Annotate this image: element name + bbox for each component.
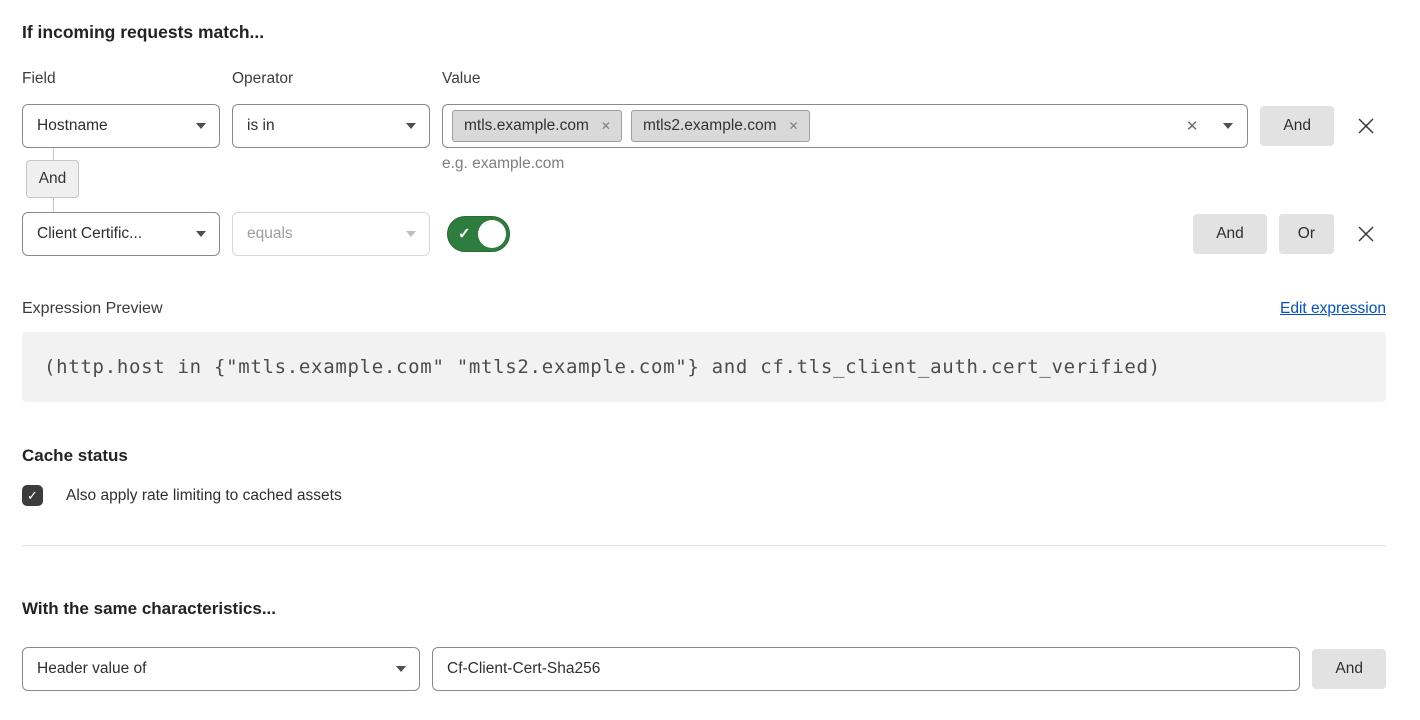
condition-connector-zone: And e.g. example.com (22, 148, 1386, 212)
section-divider (22, 545, 1386, 546)
characteristic-select[interactable]: Header value of (22, 647, 420, 691)
remove-tag-icon[interactable]: ✕ (601, 120, 611, 132)
clear-values-icon[interactable]: ✕ (1186, 119, 1199, 134)
operator-select-2-value: equals (247, 225, 293, 243)
value-hint-text: e.g. example.com (442, 155, 564, 173)
add-characteristic-button[interactable]: And (1312, 649, 1386, 689)
cached-assets-checkbox-label: Also apply rate limiting to cached asset… (66, 487, 342, 505)
value-tag-2-label: mtls2.example.com (643, 117, 777, 135)
remove-condition-icon-2[interactable] (1346, 224, 1386, 244)
cached-assets-checkbox[interactable]: ✓ (22, 485, 43, 506)
cert-verified-toggle[interactable]: ✓ (447, 216, 510, 252)
chevron-down-icon (406, 231, 416, 237)
field-column-label: Field (22, 70, 220, 88)
condition-row-1: Hostname is in mtls.example.com ✕ mtls2.… (22, 104, 1386, 148)
expression-preview-header: Expression Preview Edit expression (22, 300, 1386, 318)
expression-code-block: (http.host in {"mtls.example.com" "mtls2… (22, 332, 1386, 402)
chevron-down-icon[interactable] (1223, 123, 1233, 129)
value-tag-1-label: mtls.example.com (464, 117, 589, 135)
multiselect-controls: ✕ (1186, 119, 1234, 134)
field-select-1[interactable]: Hostname (22, 104, 220, 148)
operator-select-1[interactable]: is in (232, 104, 430, 148)
condition-row-2: Client Certific... equals ✓ And Or (22, 212, 1386, 256)
characteristics-heading: With the same characteristics... (22, 599, 1386, 618)
add-or-condition-button-2[interactable]: Or (1279, 214, 1334, 254)
operator-select-2: equals (232, 212, 430, 256)
rate-limit-rule-builder: If incoming requests match... Field Oper… (0, 0, 1420, 691)
close-icon (1356, 116, 1376, 136)
field-select-1-value: Hostname (37, 117, 108, 135)
and-connector-button[interactable]: And (26, 160, 79, 198)
expression-preview-label: Expression Preview (22, 300, 163, 318)
toggle-knob (478, 220, 506, 248)
value-multiselect[interactable]: mtls.example.com ✕ mtls2.example.com ✕ ✕ (442, 104, 1248, 148)
value-tag-1: mtls.example.com ✕ (452, 110, 622, 142)
characteristics-row: Header value of And (22, 647, 1386, 691)
chevron-down-icon (196, 123, 206, 129)
match-heading: If incoming requests match... (22, 23, 1386, 42)
cache-checkbox-row: ✓ Also apply rate limiting to cached ass… (22, 485, 1386, 506)
chevron-down-icon (406, 123, 416, 129)
remove-tag-icon[interactable]: ✕ (788, 120, 798, 132)
operator-select-1-value: is in (247, 117, 275, 135)
value-tag-2: mtls2.example.com ✕ (631, 110, 810, 142)
edit-expression-link[interactable]: Edit expression (1280, 300, 1386, 318)
field-select-2-value: Client Certific... (37, 225, 142, 243)
cache-status-heading: Cache status (22, 446, 1386, 465)
characteristic-select-value: Header value of (37, 660, 146, 678)
check-icon: ✓ (458, 227, 471, 242)
chevron-down-icon (196, 231, 206, 237)
field-select-2[interactable]: Client Certific... (22, 212, 220, 256)
header-name-input[interactable] (432, 647, 1300, 691)
remove-condition-icon-1[interactable] (1346, 116, 1386, 136)
add-and-condition-button-2[interactable]: And (1193, 214, 1267, 254)
operator-column-label: Operator (232, 70, 430, 88)
column-labels: Field Operator Value (22, 70, 1386, 88)
close-icon (1356, 224, 1376, 244)
value-column-label: Value (442, 70, 481, 88)
chevron-down-icon (396, 666, 406, 672)
add-and-condition-button-1[interactable]: And (1260, 106, 1334, 146)
